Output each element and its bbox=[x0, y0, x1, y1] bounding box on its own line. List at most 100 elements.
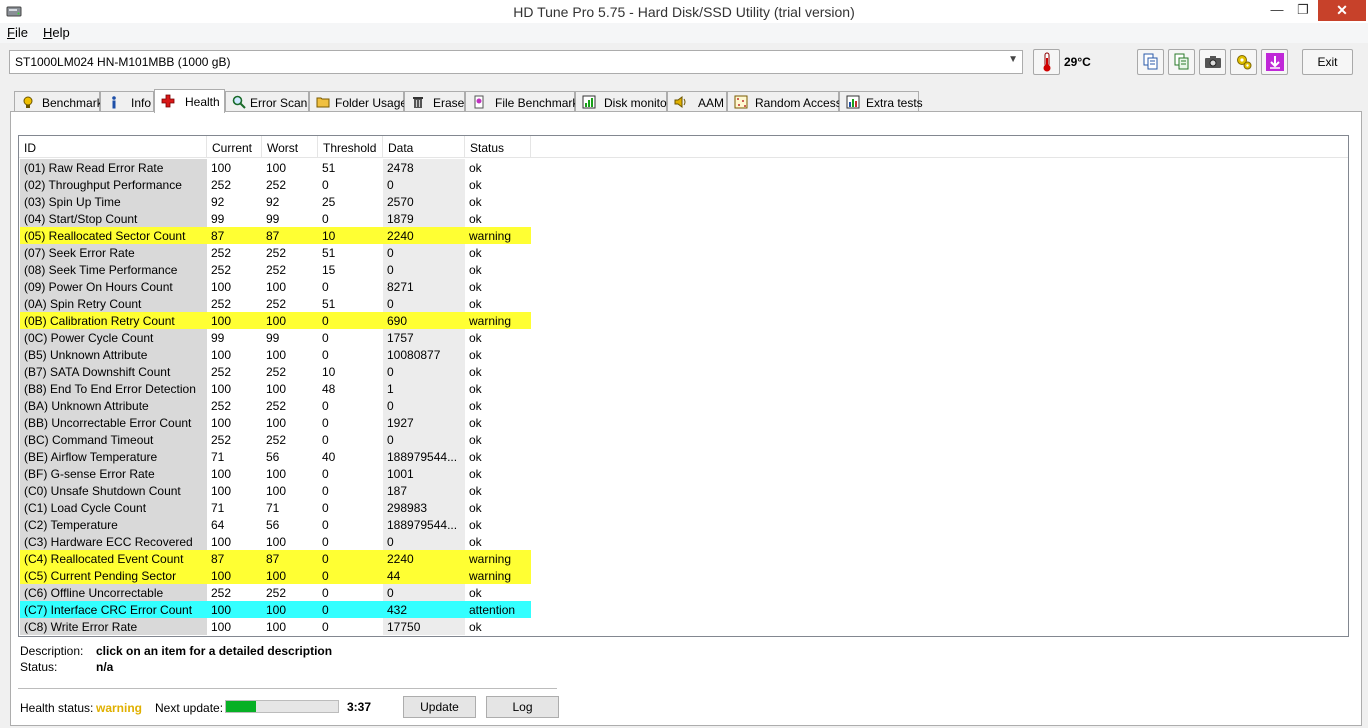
save-button[interactable] bbox=[1261, 49, 1288, 75]
worst-value-cell: 71 bbox=[266, 501, 280, 515]
raw-data-cell: 1 bbox=[383, 380, 465, 397]
table-row[interactable]: (C2) Temperature 64 56 0 188979544... ok bbox=[19, 516, 531, 533]
table-row[interactable]: (C6) Offline Uncorrectable 252 252 0 0 ok bbox=[19, 584, 531, 601]
threshold-value-cell: 10 bbox=[322, 365, 336, 379]
raw-data-cell: 0 bbox=[383, 176, 465, 193]
minimize-button[interactable]: — bbox=[1264, 0, 1290, 22]
table-row[interactable]: (04) Start/Stop Count 99 99 0 1879 ok bbox=[19, 210, 531, 227]
status-value-cell: ok bbox=[469, 212, 482, 226]
magnifier-icon bbox=[232, 95, 246, 109]
raw-data-cell: 188979544... bbox=[383, 448, 465, 465]
threshold-value-cell: 0 bbox=[322, 586, 329, 600]
attribute-id-cell: (B7) SATA Downshift Count bbox=[20, 363, 207, 380]
table-row[interactable]: (C0) Unsafe Shutdown Count 100 100 0 187 ok bbox=[19, 482, 531, 499]
tab-aam[interactable]: AAM bbox=[667, 91, 727, 112]
drive-select[interactable]: ST1000LM024 HN-M101MBB (1000 gB) ▼ bbox=[9, 50, 1023, 74]
menu-file[interactable]: File bbox=[7, 25, 28, 40]
next-update-label: Next update: bbox=[155, 701, 224, 715]
table-row[interactable]: (B8) End To End Error Detection 100 100 48 1… bbox=[19, 380, 531, 397]
download-arrow-icon bbox=[1265, 53, 1284, 71]
column-header-status[interactable]: Status bbox=[465, 136, 531, 158]
attribute-id-cell: (04) Start/Stop Count bbox=[20, 210, 207, 227]
tab-info[interactable]: Info bbox=[100, 91, 154, 112]
table-row[interactable]: (0A) Spin Retry Count 252 252 51 0 ok bbox=[19, 295, 531, 312]
menu-help[interactable]: Help bbox=[43, 25, 70, 40]
table-row[interactable]: (BE) Airflow Temperature 71 56 40 188979544.… bbox=[19, 448, 531, 465]
table-row[interactable]: (0B) Calibration Retry Count 100 100 0 690 wa… bbox=[19, 312, 531, 329]
status-label: Status: bbox=[20, 660, 58, 674]
threshold-value-cell: 0 bbox=[322, 399, 329, 413]
threshold-value-cell: 51 bbox=[322, 297, 336, 311]
attribute-id-cell: (BB) Uncorrectable Error Count bbox=[20, 414, 207, 431]
column-header-current[interactable]: Current bbox=[207, 136, 262, 158]
copy-all-button[interactable] bbox=[1168, 49, 1195, 75]
table-row[interactable]: (BC) Command Timeout 252 252 0 0 ok bbox=[19, 431, 531, 448]
table-row[interactable]: (BA) Unknown Attribute 252 252 0 0 ok bbox=[19, 397, 531, 414]
options-button[interactable] bbox=[1230, 49, 1257, 75]
status-value-cell: ok bbox=[469, 263, 482, 277]
thermometer-button[interactable] bbox=[1033, 49, 1060, 75]
table-row[interactable]: (C3) Hardware ECC Recovered 100 100 0 0 ok bbox=[19, 533, 531, 550]
update-button[interactable]: Update bbox=[403, 696, 476, 718]
current-value-cell: 100 bbox=[211, 348, 232, 362]
tab-benchmark[interactable]: Benchmark bbox=[14, 91, 103, 112]
worst-value-cell: 100 bbox=[266, 348, 287, 362]
table-row[interactable]: (B5) Unknown Attribute 100 100 0 10080877 ok bbox=[19, 346, 531, 363]
raw-data-cell: 2478 bbox=[383, 159, 465, 176]
chevron-down-icon[interactable]: ▼ bbox=[1008, 54, 1018, 65]
threshold-value-cell: 0 bbox=[322, 501, 329, 515]
threshold-value-cell: 0 bbox=[322, 467, 329, 481]
threshold-value-cell: 15 bbox=[322, 263, 336, 277]
tab-file-benchmark[interactable]: File Benchmark bbox=[465, 91, 578, 112]
table-row[interactable]: (05) Reallocated Sector Count 87 87 10 2240 w… bbox=[19, 227, 531, 244]
tab-error-scan[interactable]: Error Scan bbox=[225, 91, 309, 112]
column-header-data[interactable]: Data bbox=[383, 136, 465, 158]
raw-data-cell: 2570 bbox=[383, 193, 465, 210]
worst-value-cell: 87 bbox=[262, 550, 318, 567]
table-row[interactable]: (01) Raw Read Error Rate 100 100 51 2478 ok bbox=[19, 159, 531, 176]
current-value-cell: 252 bbox=[211, 297, 232, 311]
current-value-cell: 252 bbox=[211, 433, 232, 447]
table-row[interactable]: (C8) Write Error Rate 100 100 0 17750 ok bbox=[19, 618, 531, 635]
column-header-threshold[interactable]: Threshold bbox=[318, 136, 383, 158]
worst-value-cell: 87 bbox=[262, 227, 318, 244]
tab-random-access[interactable]: Random Access bbox=[727, 91, 842, 112]
raw-data-cell: 432 bbox=[383, 601, 465, 618]
table-row[interactable]: (09) Power On Hours Count 100 100 0 8271 ok bbox=[19, 278, 531, 295]
worst-value-cell: 252 bbox=[266, 246, 287, 260]
attribute-id-cell: (BA) Unknown Attribute bbox=[20, 397, 207, 414]
column-header-worst[interactable]: Worst bbox=[262, 136, 318, 158]
table-row[interactable]: (07) Seek Error Rate 252 252 51 0 ok bbox=[19, 244, 531, 261]
table-row[interactable]: (B7) SATA Downshift Count 252 252 10 0 ok bbox=[19, 363, 531, 380]
tab-folder-usage[interactable]: Folder Usage bbox=[309, 91, 407, 112]
temperature-readout: 29°C bbox=[1064, 55, 1091, 69]
table-row[interactable]: (03) Spin Up Time 92 92 25 2570 ok bbox=[19, 193, 531, 210]
restore-button[interactable]: ❐ bbox=[1290, 0, 1316, 22]
current-value-cell: 100 bbox=[211, 416, 232, 430]
column-header-id[interactable]: ID bbox=[19, 136, 207, 158]
screenshot-button[interactable] bbox=[1199, 49, 1226, 75]
worst-value-cell: 100 bbox=[266, 280, 287, 294]
close-button[interactable]: ✕ bbox=[1318, 0, 1366, 21]
table-row[interactable]: (C1) Load Cycle Count 71 71 0 298983 ok bbox=[19, 499, 531, 516]
copy-info-button[interactable] bbox=[1137, 49, 1164, 75]
smart-attributes-table[interactable]: ID Current Worst Threshold Data Status (… bbox=[18, 135, 1349, 637]
attribute-id-cell: (02) Throughput Performance bbox=[20, 176, 207, 193]
status-value-cell: ok bbox=[469, 501, 482, 515]
table-row[interactable]: (0C) Power Cycle Count 99 99 0 1757 ok bbox=[19, 329, 531, 346]
table-row[interactable]: (C5) Current Pending Sector 100 100 0 44 warn… bbox=[19, 567, 531, 584]
tab-disk-monitor[interactable]: Disk monitor bbox=[575, 91, 671, 112]
table-row[interactable]: (08) Seek Time Performance 252 252 15 0 ok bbox=[19, 261, 531, 278]
table-row[interactable]: (BF) G-sense Error Rate 100 100 0 1001 ok bbox=[19, 465, 531, 482]
tab-extra-tests[interactable]: Extra tests bbox=[839, 91, 923, 112]
table-row[interactable]: (C7) Interface CRC Error Count 100 100 0 432… bbox=[19, 601, 531, 618]
tab-health[interactable]: Health bbox=[154, 89, 225, 113]
log-button[interactable]: Log bbox=[486, 696, 559, 718]
table-row[interactable]: (BB) Uncorrectable Error Count 100 100 0 192… bbox=[19, 414, 531, 431]
status-value-cell: ok bbox=[469, 178, 482, 192]
tab-erase[interactable]: Erase bbox=[404, 91, 465, 112]
status-value-cell: warning bbox=[465, 227, 531, 244]
exit-button[interactable]: Exit bbox=[1302, 49, 1353, 75]
table-row[interactable]: (02) Throughput Performance 252 252 0 0 ok bbox=[19, 176, 531, 193]
table-row[interactable]: (C4) Reallocated Event Count 87 87 0 2240 war… bbox=[19, 550, 531, 567]
